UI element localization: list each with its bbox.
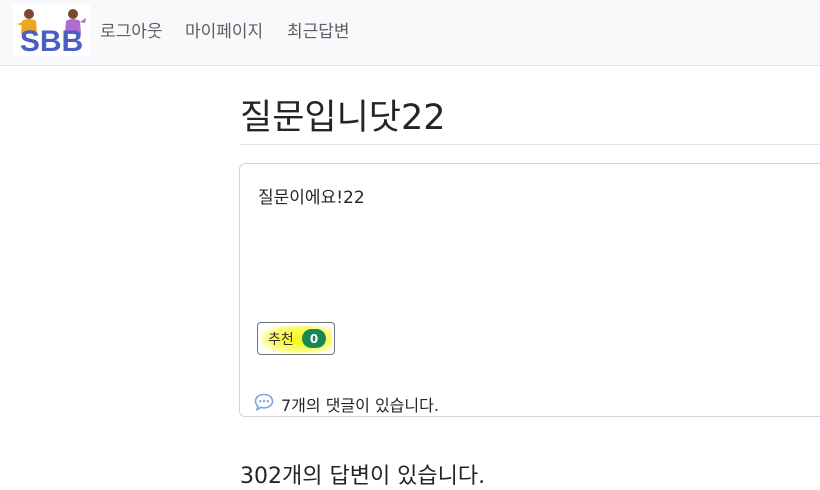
vote-button[interactable]: 추천 0 bbox=[257, 322, 335, 355]
question-card: 질문이에요!22 추천 0 7개의 댓글이 있습니다. bbox=[239, 163, 820, 417]
answer-count-heading: 302개의 답변이 있습니다. bbox=[240, 464, 486, 489]
title-divider bbox=[240, 144, 820, 145]
vote-label: 추천 bbox=[268, 332, 294, 348]
sbb-logo[interactable]: SBB bbox=[13, 4, 90, 56]
question-subject: 질문입니닷22 bbox=[240, 98, 446, 138]
question-content: 질문이에요!22 bbox=[258, 188, 365, 208]
navbar: SBB 로그아웃 마이페이지 최근답변 bbox=[0, 0, 820, 66]
recent-answers-link[interactable]: 최근답변 bbox=[287, 17, 350, 42]
vote-count-badge: 0 bbox=[302, 329, 326, 348]
logo-image: SBB bbox=[17, 9, 86, 56]
logout-link[interactable]: 로그아웃 bbox=[100, 17, 163, 42]
mypage-link[interactable]: 마이페이지 bbox=[185, 17, 263, 42]
comment-count-text: 7개의 댓글이 있습니다. bbox=[281, 396, 439, 415]
comment-icon bbox=[254, 393, 274, 411]
logo-text: SBB bbox=[20, 25, 83, 56]
